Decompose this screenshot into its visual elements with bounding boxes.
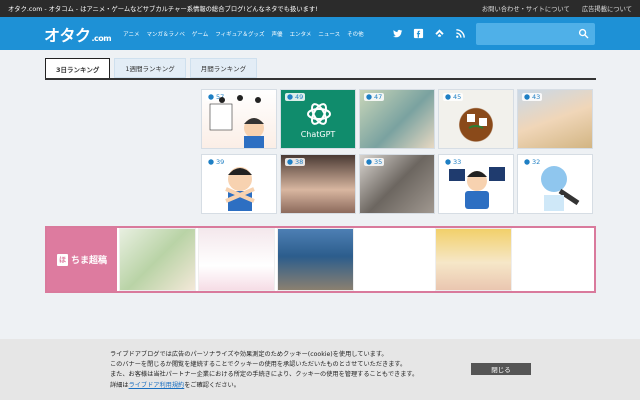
ranking-item[interactable]: 45: [438, 89, 514, 149]
comment-count: 43: [522, 93, 543, 101]
site-tagline: オタク.com - オタコム - はアニメ・ゲームなどサブカルチャー系情報の総合…: [8, 6, 318, 13]
banner-label: ほ ちま超稿: [47, 228, 117, 291]
ranking-item[interactable]: 49 ChatGPT: [280, 89, 356, 149]
cookie-close-button[interactable]: 閉じる: [471, 363, 531, 375]
cookie-line: このバナーを閉じるか閲覧を継続することでクッキーの使用を承認いただいたものとさせ…: [110, 361, 407, 369]
banner-image[interactable]: [119, 228, 196, 291]
cookie-consent-banner: ライブドアブログでは広告のパーソナライズや効果測定のためクッキー(cookie)…: [0, 339, 640, 400]
cookie-message: ライブドアブログでは広告のパーソナライズや効果測定のためクッキー(cookie)…: [110, 350, 460, 391]
comment-icon: [287, 159, 293, 165]
top-links: お問い合わせ・サイトについて 広告掲載について: [482, 4, 632, 13]
rss-icon[interactable]: [455, 28, 466, 39]
cookie-details-suffix: をご確認ください。: [184, 381, 240, 389]
feedly-icon[interactable]: [434, 28, 445, 39]
comment-count: 47: [364, 93, 385, 101]
cookie-line: また、お客様は当社パートナー企業における所定の手続きにより、クッキーの使用を管理…: [110, 371, 419, 379]
comment-icon: [366, 94, 372, 100]
banner-image[interactable]: [277, 228, 354, 291]
nav-item-entame[interactable]: エンタメ: [290, 30, 312, 38]
banner-image[interactable]: [435, 228, 512, 291]
banner-image[interactable]: [198, 228, 275, 291]
cookie-line: ライブドアブログでは広告のパーソナライズや効果測定のためクッキー(cookie)…: [110, 351, 388, 358]
ranking-grid: 57 49 ChatGPT 47 45 43 39 38 35 33 32: [201, 89, 595, 215]
comment-count-value: 43: [532, 93, 541, 101]
nav-item-news[interactable]: ニュース: [318, 30, 340, 38]
worried-person-illustration: [209, 95, 264, 148]
comment-count-value: 35: [374, 158, 383, 166]
top-bar: オタク.com - オタコム - はアニメ・ゲームなどサブカルチャー系情報の総合…: [0, 0, 640, 17]
comment-count-value: 38: [295, 158, 304, 166]
comment-count-value: 47: [374, 93, 383, 101]
logo-text: オタク: [44, 25, 91, 45]
nav-item-figure[interactable]: フィギュア＆グッズ: [215, 30, 264, 38]
comment-icon: [524, 94, 530, 100]
social-links: [392, 28, 466, 39]
banner-mark: ほ: [56, 253, 68, 266]
miso-soup-illustration: [467, 114, 487, 129]
chatgpt-logo-icon: [307, 103, 331, 125]
gaming-person-illustration: [449, 167, 505, 209]
refusing-person-illustration: [225, 167, 255, 211]
ranking-item[interactable]: 33: [438, 154, 514, 214]
ranking-tabs: 3日ランキング 1週間ランキング 月間ランキング: [45, 58, 258, 78]
tab-3day-ranking[interactable]: 3日ランキング: [45, 58, 111, 78]
nav-item-other[interactable]: その他: [347, 30, 364, 38]
site-header: オタク .com アニメ マンガ＆ラノベ ゲーム フィギュア＆グッズ 声優 エン…: [0, 17, 640, 50]
terms-link[interactable]: ライブドア利用規約: [129, 382, 185, 389]
site-logo[interactable]: オタク .com: [44, 22, 112, 46]
advertising-link[interactable]: 広告掲載について: [582, 4, 632, 13]
nav-item-game[interactable]: ゲーム: [192, 30, 208, 38]
banner-title: ちま超稿: [70, 256, 107, 266]
ranking-item[interactable]: 43: [517, 89, 593, 149]
comment-icon: [366, 159, 372, 165]
comment-count: 35: [364, 158, 385, 166]
ranking-item[interactable]: 35: [359, 154, 435, 214]
chatgpt-label: ChatGPT: [300, 130, 336, 139]
cookie-details-prefix: 詳細は: [110, 381, 129, 389]
comment-count: 38: [285, 158, 306, 166]
cookie-line: 詳細はライブドア利用規約をご確認ください。: [110, 381, 460, 391]
banner-image: [356, 228, 433, 291]
logo-suffix: .com: [91, 33, 112, 43]
nav-item-manga[interactable]: マンガ＆ラノベ: [147, 30, 185, 38]
search-icon[interactable]: [578, 24, 589, 43]
tab-underline: [45, 78, 596, 80]
contact-link[interactable]: お問い合わせ・サイトについて: [482, 4, 570, 13]
facebook-icon[interactable]: [413, 28, 424, 39]
hochima-banner[interactable]: ほ ちま超稿: [45, 226, 596, 293]
twitter-icon[interactable]: [392, 28, 403, 39]
tab-monthly-ranking[interactable]: 月間ランキング: [189, 58, 258, 78]
main-nav: アニメ マンガ＆ラノベ ゲーム フィギュア＆グッズ 声優 エンタメ ニュース そ…: [123, 30, 364, 38]
ranking-item[interactable]: 32: [517, 154, 593, 214]
robot-head-illustration: [541, 166, 580, 211]
ranking-item[interactable]: 39: [201, 154, 277, 214]
nav-item-seiyu[interactable]: 声優: [272, 30, 283, 38]
ranking-item[interactable]: 38: [280, 154, 356, 214]
search-input[interactable]: [476, 22, 595, 45]
nav-item-anime[interactable]: アニメ: [123, 30, 139, 38]
ranking-item[interactable]: 47: [359, 89, 435, 149]
tab-weekly-ranking[interactable]: 1週間ランキング: [114, 58, 186, 78]
ranking-item[interactable]: 57: [201, 89, 277, 149]
